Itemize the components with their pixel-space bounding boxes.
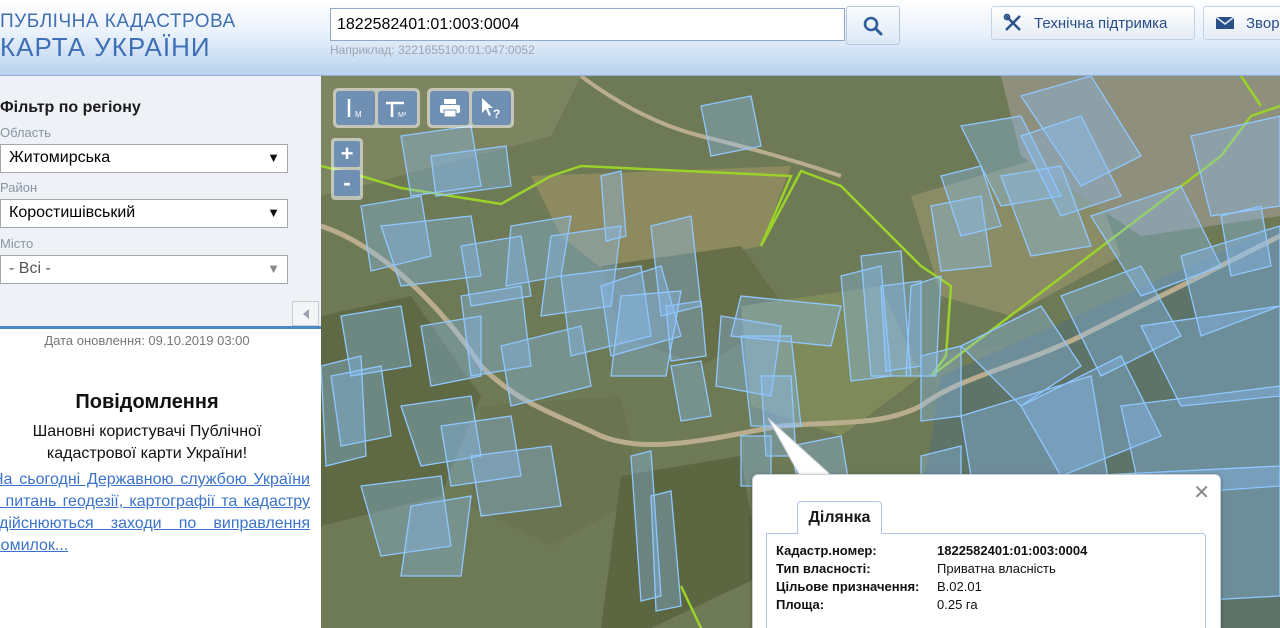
measure-area-button[interactable]: M² [378, 91, 417, 125]
city-select[interactable]: - Всі - ▼ [0, 255, 288, 284]
cadastral-number-value[interactable]: 1822582401:01:003:0004 [937, 542, 1197, 559]
region-select-value: Житомирська [9, 149, 111, 166]
cadastral-search-input[interactable] [330, 8, 845, 41]
cadastral-number-label: Кадастр.номер: [776, 543, 877, 558]
measure-tools: M M² [333, 88, 420, 128]
search-hint: Наприклад: 3221655100:01:047:0052 [330, 43, 535, 57]
logo-title-line2[interactable]: КАРТА УКРАЇНИ [0, 32, 211, 63]
info-tools: ? [427, 88, 514, 128]
region-select[interactable]: Житомирська ▼ [0, 144, 288, 173]
zoom-out-button[interactable]: - [334, 170, 360, 196]
area-label: Площа: [776, 597, 825, 612]
identify-button[interactable]: ? [472, 91, 511, 125]
ownership-type-label: Тип власності: [776, 561, 871, 576]
measure-area-icon: M² [385, 101, 407, 119]
district-select-value: Коростишівський [9, 204, 136, 221]
district-select[interactable]: Коростишівський ▼ [0, 199, 288, 228]
district-label: Район [0, 180, 38, 195]
left-panel: Фільтр по регіону Область Житомирська ▼ … [0, 76, 321, 628]
chevron-left-icon [302, 308, 309, 319]
measure-length-icon: M [347, 99, 362, 119]
feedback-button[interactable]: Звор [1203, 6, 1280, 40]
filter-title: Фільтр по регіону [0, 99, 141, 116]
app-root: ПУБЛІЧНА КАДАСТРОВА КАРТА УКРАЇНИ Наприк… [0, 0, 1280, 628]
svg-text:?: ? [493, 107, 500, 120]
search-icon [863, 16, 883, 35]
tech-support-button[interactable]: Технічна підтримка [991, 6, 1195, 40]
dropdown-arrow-icon: ▼ [267, 205, 280, 220]
zoom-control: + - [331, 138, 363, 200]
parcel-info-popup: ✕ Ділянка Кадастр.номер: 1822582401:01:0… [752, 474, 1221, 628]
svg-text:M²: M² [398, 112, 407, 119]
tech-support-label: Технічна підтримка [1034, 14, 1168, 32]
print-button[interactable] [430, 91, 469, 125]
search-button[interactable] [846, 6, 900, 45]
update-date: Дата оновлення: 09.10.2019 03:00 [44, 333, 250, 348]
notice-link[interactable]: На сьогодні Державною службою України з … [0, 469, 310, 557]
envelope-icon [1214, 12, 1236, 34]
parcel-details: Кадастр.номер: 1822582401:01:003:0004 Ти… [766, 533, 1206, 628]
notice-text: Шановні користувачі Публічної кадастрово… [32, 423, 262, 462]
city-select-value: - Всі - [9, 260, 51, 277]
purpose-value: В.02.01 [937, 579, 982, 594]
tab-parcel[interactable]: Ділянка [797, 501, 882, 534]
dropdown-arrow-icon: ▼ [267, 261, 280, 276]
purpose-label: Цільове призначення: [776, 579, 920, 594]
logo-title-line1[interactable]: ПУБЛІЧНА КАДАСТРОВА [0, 11, 236, 33]
tools-icon [1002, 12, 1024, 34]
zoom-in-button[interactable]: + [334, 141, 360, 167]
print-icon [439, 99, 460, 118]
measure-length-button[interactable]: M [336, 91, 375, 125]
area-value: 0.25 га [937, 597, 978, 612]
notice-title: Повідомлення [75, 391, 219, 413]
collapse-panel-button[interactable] [292, 301, 319, 326]
ownership-type-value: Приватна власність [937, 561, 1056, 576]
region-filter: Фільтр по регіону Область Житомирська ▼ … [0, 76, 321, 329]
close-icon[interactable]: ✕ [1193, 483, 1210, 503]
city-label: Місто [0, 236, 34, 251]
header: ПУБЛІЧНА КАДАСТРОВА КАРТА УКРАЇНИ Наприк… [0, 0, 1280, 76]
identify-icon: ? [481, 98, 500, 120]
svg-text:M: M [355, 110, 362, 119]
region-label: Область [0, 125, 52, 140]
feedback-label: Звор [1246, 14, 1280, 32]
dropdown-arrow-icon: ▼ [267, 150, 280, 165]
